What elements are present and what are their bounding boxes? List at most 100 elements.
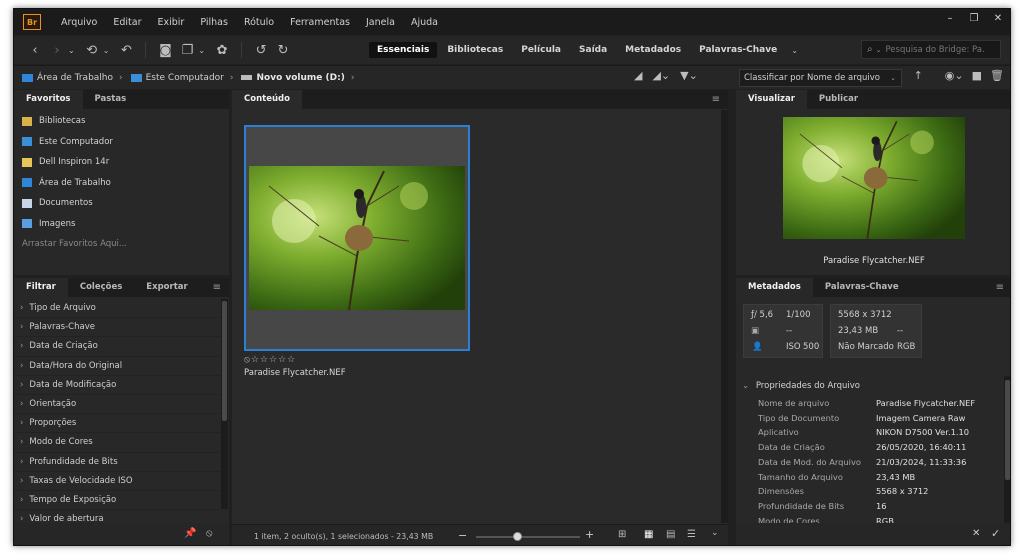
- filter-palavras-chave[interactable]: › Palavras-Chave: [14, 318, 220, 338]
- sort-direction-icon[interactable]: ↑: [914, 69, 923, 82]
- menu-ajuda[interactable]: Ajuda: [403, 17, 446, 28]
- recent-icon[interactable]: ⟲: [83, 43, 101, 58]
- chevron-right-icon: ›: [20, 398, 24, 409]
- tab-colecoes[interactable]: Coleções: [68, 278, 134, 297]
- rotate-right-icon[interactable]: ↻: [274, 43, 292, 58]
- workspace-palavras-chave[interactable]: Palavras-Chave: [691, 42, 785, 58]
- tab-exportar[interactable]: Exportar: [134, 278, 199, 297]
- forward-icon[interactable]: ›: [48, 43, 66, 58]
- zoom-out-icon[interactable]: −: [458, 529, 467, 542]
- panel-menu-icon[interactable]: ≡: [712, 94, 720, 105]
- section-propriedades[interactable]: ⌄ Propriedades do Arquivo: [742, 381, 860, 391]
- content-scrollbar[interactable]: [721, 110, 728, 523]
- favorite-area-de-trabalho[interactable]: Área de Trabalho: [14, 173, 229, 194]
- close-window-button[interactable]: ✕: [986, 9, 1010, 29]
- clear-filter-icon[interactable]: ⦸: [206, 528, 213, 539]
- tab-visualizar[interactable]: Visualizar: [736, 90, 807, 109]
- breadcrumb-desktop[interactable]: Área de Trabalho ›: [22, 73, 123, 83]
- star-filter-icon[interactable]: ◢⌄: [652, 69, 670, 82]
- filter-scrollbar[interactable]: [221, 299, 228, 509]
- filter-taxas-iso[interactable]: › Taxas de Velocidade ISO: [14, 472, 220, 491]
- scrollbar-thumb[interactable]: [222, 301, 227, 421]
- favorite-imagens[interactable]: Imagens: [14, 214, 229, 235]
- zoom-slider-knob[interactable]: [512, 532, 522, 541]
- workspace-saida[interactable]: Saída: [571, 42, 615, 58]
- filter-tipo-de-arquivo[interactable]: › Tipo de Arquivo: [14, 299, 220, 319]
- details-view-icon[interactable]: ▤: [666, 529, 675, 540]
- list-view-icon[interactable]: ☰: [687, 529, 696, 540]
- boomerang-icon[interactable]: ↶: [117, 43, 135, 58]
- chevron-down-icon[interactable]: ⌄: [103, 46, 110, 55]
- rotate-left-icon[interactable]: ↺: [252, 43, 270, 58]
- open-recent-icon[interactable]: ◉⌄: [945, 69, 964, 82]
- chevron-down-icon[interactable]: ⌄: [68, 46, 75, 55]
- pin-icon[interactable]: 📌: [184, 528, 196, 539]
- restore-button[interactable]: ❐: [962, 9, 986, 29]
- tab-publicar[interactable]: Publicar: [807, 90, 870, 109]
- filter-orientacao[interactable]: › Orientação: [14, 395, 220, 415]
- filter-profundidade-de-bits[interactable]: › Profundidade de Bits: [14, 453, 220, 472]
- chevron-down-icon[interactable]: ⌄: [711, 528, 719, 538]
- favorite-documentos[interactable]: Documentos: [14, 193, 229, 214]
- workspace-essenciais[interactable]: Essenciais: [369, 42, 438, 58]
- scrollbar-thumb[interactable]: [1005, 380, 1010, 480]
- rating-stars[interactable]: ⦸☆☆☆☆☆: [244, 355, 296, 365]
- filter-modo-de-cores[interactable]: › Modo de Cores: [14, 433, 220, 453]
- filter-data-hora-original[interactable]: › Data/Hora do Original: [14, 357, 220, 376]
- chevron-down-icon[interactable]: ⌄: [876, 46, 882, 54]
- minimize-button[interactable]: –: [938, 9, 962, 29]
- filter-icon[interactable]: ▼⌄: [680, 69, 698, 82]
- workspace-metadados[interactable]: Metadados: [617, 42, 689, 58]
- creative-cloud-icon[interactable]: ✿: [213, 43, 231, 58]
- tab-metadados[interactable]: Metadados: [736, 278, 813, 297]
- thumbnail-view-icon[interactable]: ▦: [644, 529, 653, 540]
- filter-tempo-de-exposicao[interactable]: › Tempo de Exposição: [14, 491, 220, 511]
- camera-data-box: ƒ/ 5,6 1/100 ▣ -- 👤 ISO 500: [743, 304, 823, 358]
- zoom-in-icon[interactable]: +: [585, 528, 594, 541]
- menu-pilhas[interactable]: Pilhas: [192, 17, 236, 28]
- favorite-dell[interactable]: Dell Inspiron 14r: [14, 152, 229, 173]
- prop-value: RGB: [876, 515, 894, 523]
- back-icon[interactable]: ‹: [26, 43, 44, 58]
- panel-menu-icon[interactable]: ≡: [213, 282, 221, 293]
- menu-janela[interactable]: Janela: [358, 17, 403, 28]
- thumbnail-quality-icon[interactable]: ◢: [634, 69, 642, 82]
- grid-lock-icon[interactable]: ⊞: [618, 529, 626, 540]
- search-input[interactable]: [885, 44, 986, 55]
- metadata-scrollbar[interactable]: [1004, 376, 1010, 523]
- apply-icon[interactable]: ✓: [991, 527, 1000, 540]
- breadcrumb-computer[interactable]: Este Computador ›: [130, 73, 233, 83]
- zoom-slider[interactable]: [476, 532, 580, 541]
- favorite-este-computador[interactable]: Este Computador: [14, 132, 229, 153]
- menu-ferramentas[interactable]: Ferramentas: [282, 17, 358, 28]
- breadcrumb-volume[interactable]: Novo volume (D:) ›: [241, 73, 354, 83]
- menu-editar[interactable]: Editar: [105, 17, 149, 28]
- preview-image[interactable]: [783, 117, 965, 239]
- workspace-more-icon[interactable]: ⌄: [791, 46, 798, 55]
- filter-data-de-criacao[interactable]: › Data de Criação: [14, 337, 220, 357]
- tab-conteudo[interactable]: Conteúdo: [232, 90, 302, 109]
- menu-rotulo[interactable]: Rótulo: [236, 17, 282, 28]
- search-box[interactable]: ⌕ ⌄: [861, 40, 1001, 59]
- tab-palavras-chave-meta[interactable]: Palavras-Chave: [813, 278, 911, 297]
- refine-icon[interactable]: ❐: [178, 43, 196, 58]
- workspace-pelicula[interactable]: Película: [513, 42, 569, 58]
- chevron-down-icon[interactable]: ⌄: [198, 46, 205, 55]
- panel-menu-icon[interactable]: ≡: [996, 282, 1004, 293]
- menu-exibir[interactable]: Exibir: [150, 17, 193, 28]
- camera-icon[interactable]: ◙: [156, 43, 174, 58]
- tab-pastas[interactable]: Pastas: [83, 90, 139, 109]
- menu-arquivo[interactable]: Arquivo: [53, 17, 105, 28]
- filter-valor-de-abertura[interactable]: › Valor de abertura: [14, 510, 220, 523]
- tab-filtrar[interactable]: Filtrar: [14, 278, 68, 297]
- thumbnail-selected[interactable]: [244, 125, 470, 351]
- favorite-bibliotecas[interactable]: Bibliotecas: [14, 111, 229, 132]
- filter-data-de-modificacao[interactable]: › Data de Modificação: [14, 376, 220, 395]
- cancel-icon[interactable]: ✕: [972, 528, 980, 539]
- workspace-bibliotecas[interactable]: Bibliotecas: [439, 42, 511, 58]
- sort-select[interactable]: Classificar por Nome de arquivo ⌄: [739, 69, 902, 87]
- filter-proporcoes[interactable]: › Proporções: [14, 414, 220, 434]
- trash-icon[interactable]: 🗑: [990, 69, 1004, 82]
- tab-favoritos[interactable]: Favoritos: [14, 90, 83, 109]
- new-folder-icon[interactable]: ■: [972, 69, 982, 82]
